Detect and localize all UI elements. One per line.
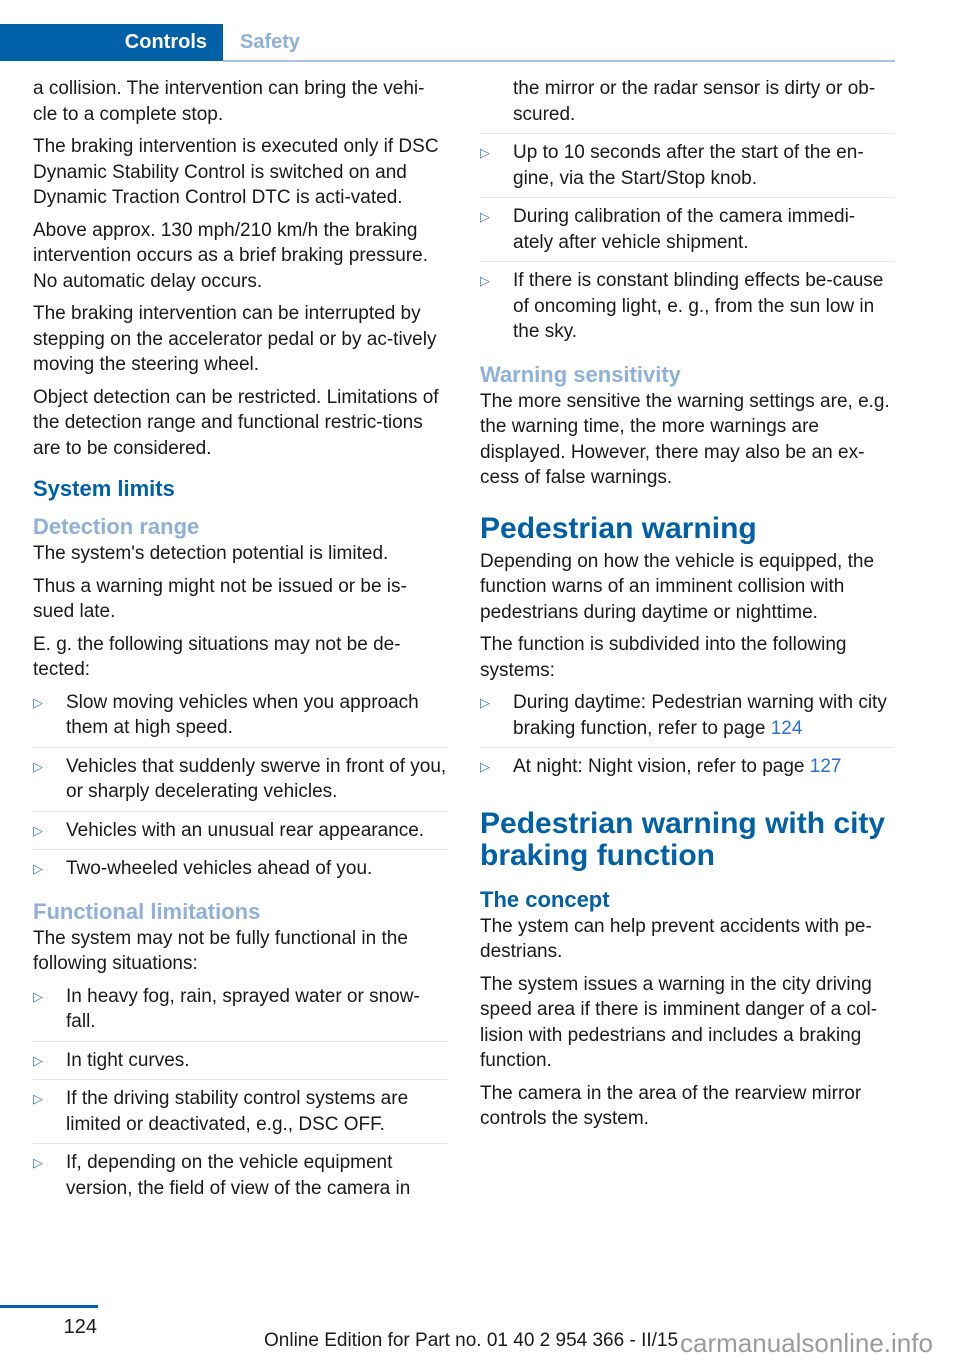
list-item-text: If there is constant blinding effects be… [513,270,884,342]
paragraph: Above approx. 130 mph/210 km/h the braki… [33,219,428,292]
paragraph: E. g. the following situations may not b… [33,633,401,681]
list-item-text: If the driving stability control systems… [66,1088,409,1135]
right-column: the mirror or the radar sensor is dirty … [480,76,894,1139]
list-item: ▷ Vehicles with an unusual rear appearanc… [33,818,447,850]
list-item-text: the mirror or the radar sensor is dirty … [513,78,876,125]
tab-safety[interactable]: Safety [240,24,300,61]
list-item: ▷ During daytime: Pedestrian warning with… [480,690,894,748]
limitations-list: ▷ In heavy fog, rain, sprayed water or sn… [33,984,447,1208]
page-link-127[interactable]: 127 [810,756,842,777]
bullet-triangle-icon: ▷ [33,694,43,710]
paragraph: The ystem can help prevent accidents wit… [480,915,872,963]
paragraph: The more sensitive the warning settings … [480,390,890,489]
list-item-text: At night: Night vision, refer to page [513,756,810,777]
heading-detection-range: Detection range [33,514,200,539]
heading-functional-limitations: Functional limitations [33,898,261,924]
paragraph: The function is subdivided into the foll… [480,634,847,681]
page-header: Controls Safety [0,24,895,62]
list-item-text: Two-wheeled vehicles ahead of you. [66,858,373,879]
paragraph: The braking intervention is executed onl… [33,136,439,208]
header-divider [223,60,895,62]
paragraph: The camera in the area of the rearview m… [480,1082,862,1130]
bullet-triangle-icon: ▷ [33,758,43,774]
bullet-triangle-icon: ▷ [33,988,43,1004]
paragraph: The system's detection potential is limi… [33,543,389,564]
list-item: ▷ Two-wheeled vehicles ahead of you. [33,856,447,888]
bullet-triangle-icon: ▷ [480,695,490,710]
list-item: ▷ During calibration of the camera immedi… [480,204,894,262]
bullet-triangle-icon: ▷ [33,1155,43,1170]
paragraph: The system may not be fully functional i… [33,927,408,975]
list-item-text: During daytime: Pedestrian warning with … [513,692,887,739]
list-item: ▷ Slow moving vehicles when you approach … [33,690,447,748]
page-number: 124 [63,1316,97,1338]
list-item: ▷ If there is constant blinding effects b… [480,268,894,351]
paragraph: Thus a warning might not be issued or be… [33,575,407,623]
list-item-text: In heavy fog, rain, sprayed water or sno… [66,985,420,1033]
list-item-text: During calibration of the camera immedi-… [513,206,856,253]
paragraph: a collision. The intervention can bring … [33,78,425,125]
list-item-text: Vehicles that suddenly swerve in front o… [66,755,447,803]
heading-the-concept: The concept [480,886,610,912]
bullet-triangle-icon: ▷ [33,822,43,838]
paragraph: The system issues a warning in the city … [480,973,878,1072]
paragraph: Object detection can be restricted. Limi… [33,386,439,459]
detection-list: ▷ Slow moving vehicles when you approach … [33,690,447,888]
list-item: ▷ Up to 10 seconds after the start of the… [480,140,894,198]
heading-pedestrian-warning: Pedestrian warning [480,511,757,545]
heading-warning-sensitivity: Warning sensitivity [480,361,681,387]
page-link-124[interactable]: 124 [771,718,803,739]
bullet-triangle-icon: ▷ [480,273,490,288]
bullet-triangle-icon: ▷ [480,759,490,774]
heading-system-limits: System limits [33,476,175,501]
list-item-text: Up to 10 seconds after the start of the … [513,142,864,189]
list-item-text: Slow moving vehicles when you approach t… [66,691,419,739]
watermark: carmanualsonline.info [680,1328,933,1358]
bullet-triangle-icon: ▷ [480,209,490,224]
list-item: ▷ In heavy fog, rain, sprayed water or sn… [33,984,447,1042]
paragraph: Depending on how the vehicle is equipped… [480,550,875,623]
limitations-list-continued: the mirror or the radar sensor is dirty … [480,76,894,351]
footer-divider [0,1305,98,1308]
edition-text: Online Edition for Part no. 01 40 2 954 … [264,1330,679,1351]
bullet-triangle-icon: ▷ [33,861,43,876]
list-item: ▷ If, depending on the vehicle equipment … [33,1150,447,1207]
list-item-text: In tight curves. [66,1049,190,1071]
list-item-continued: the mirror or the radar sensor is dirty … [480,76,894,134]
list-item: ▷ Vehicles that suddenly swerve in front … [33,754,447,812]
bullet-triangle-icon: ▷ [33,1052,43,1068]
systems-list: ▷ During daytime: Pedestrian warning with… [480,690,894,786]
heading-pedestrian-warning-city-braking: Pedestrian warning with city braking fun… [480,806,886,872]
bullet-triangle-icon: ▷ [480,145,490,160]
list-item: ▷ If the driving stability control system… [33,1086,447,1144]
list-item-text: If, depending on the vehicle equipment v… [66,1152,411,1199]
list-item: ▷ At night: Night vision, refer to page 1… [480,754,894,786]
paragraph: The braking intervention can be interrup… [33,303,437,375]
list-item: ▷ In tight curves. [33,1048,447,1080]
tab-controls[interactable]: Controls [0,24,223,61]
left-column: a collision. The intervention can bring … [33,76,447,1213]
list-item-text: Vehicles with an unusual rear appearance… [66,819,425,841]
bullet-triangle-icon: ▷ [33,1091,43,1106]
